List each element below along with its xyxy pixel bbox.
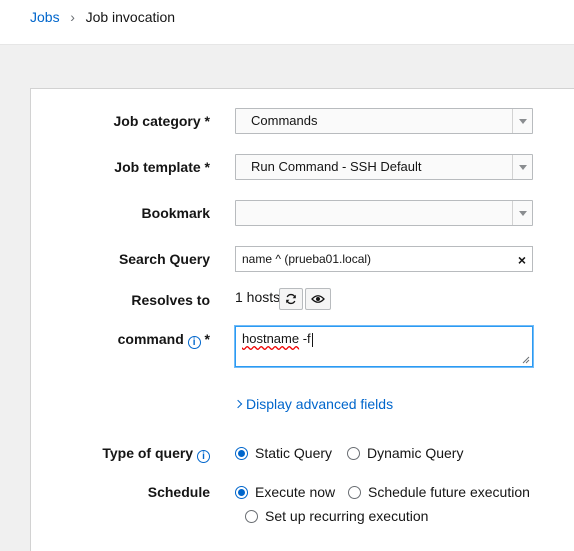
radio-button-selected[interactable] — [235, 485, 248, 499]
breadcrumb: Jobs › Job invocation — [30, 9, 175, 25]
resize-grip-icon[interactable] — [522, 356, 530, 364]
radio-static-query[interactable]: Static Query — [235, 445, 332, 461]
search-clear-close-icon[interactable]: × — [518, 252, 526, 268]
command-label: command i * — [30, 331, 210, 349]
advanced-link-label: Display advanced fields — [246, 396, 394, 412]
command-required-mark: * — [204, 331, 210, 347]
chevron-right-icon — [233, 399, 243, 409]
radio-button[interactable] — [347, 446, 360, 460]
preview-hosts-button[interactable] — [305, 288, 331, 310]
resolved-hosts-count[interactable]: 1 hosts — [235, 289, 280, 305]
radio-execute-now-label: Execute now — [255, 484, 336, 500]
refresh-icon — [286, 293, 296, 305]
refresh-hosts-button[interactable] — [279, 288, 303, 310]
command-value: hostname -f — [242, 331, 313, 347]
job-template-label: Job template * — [114, 159, 210, 175]
radio-recurring[interactable]: Set up recurring execution — [245, 508, 428, 524]
resolves-to-label: Resolves to — [131, 292, 210, 308]
command-info-icon[interactable]: i — [187, 336, 201, 349]
type-of-query-label: Type of query i — [30, 445, 210, 463]
display-advanced-fields-link[interactable]: Display advanced fields — [233, 396, 394, 412]
radio-execute-now[interactable]: Execute now — [235, 484, 335, 500]
type-of-query-label-text: Type of query — [102, 445, 194, 461]
breadcrumb-bar: Jobs › Job invocation — [0, 0, 574, 45]
job-category-value: Commands — [251, 113, 318, 128]
type-of-query-info-icon[interactable]: i — [197, 450, 210, 463]
job-category-select[interactable]: Commands — [235, 108, 533, 134]
radio-button-selected[interactable] — [235, 446, 248, 460]
job-category-label: Job category * — [113, 113, 210, 129]
radio-button[interactable] — [348, 485, 361, 499]
job-template-caret-down-icon — [512, 155, 532, 179]
radio-schedule-future[interactable]: Schedule future execution — [348, 484, 530, 500]
breadcrumb-current: Job invocation — [85, 9, 176, 25]
command-textarea[interactable]: hostname -f — [235, 326, 533, 367]
text-cursor — [311, 332, 313, 347]
radio-dynamic-query-label: Dynamic Query — [367, 445, 464, 461]
eye-icon — [311, 295, 325, 303]
bookmark-label: Bookmark — [141, 205, 210, 221]
search-query-value: name ^ (prueba01.local) — [242, 252, 372, 266]
radio-schedule-future-label: Schedule future execution — [368, 484, 530, 500]
search-query-label: Search Query — [118, 251, 210, 267]
command-value-rest: -f — [299, 331, 311, 346]
schedule-label: Schedule — [147, 484, 210, 500]
radio-dynamic-query[interactable]: Dynamic Query — [347, 445, 463, 461]
job-category-caret-down-icon — [512, 109, 532, 133]
job-template-select[interactable]: Run Command - SSH Default — [235, 154, 533, 180]
radio-recurring-label: Set up recurring execution — [265, 508, 429, 524]
search-query-input[interactable]: name ^ (prueba01.local) × — [235, 246, 533, 272]
bookmark-select[interactable] — [235, 200, 533, 226]
job-template-value: Run Command - SSH Default — [251, 159, 422, 174]
radio-button[interactable] — [245, 509, 258, 523]
radio-static-query-label: Static Query — [255, 445, 333, 461]
breadcrumb-link-jobs[interactable]: Jobs — [30, 9, 60, 25]
command-value-word: hostname — [242, 331, 300, 346]
breadcrumb-separator-icon: › — [70, 9, 75, 25]
bookmark-caret-down-icon — [512, 201, 532, 225]
command-label-text: command — [117, 331, 184, 347]
